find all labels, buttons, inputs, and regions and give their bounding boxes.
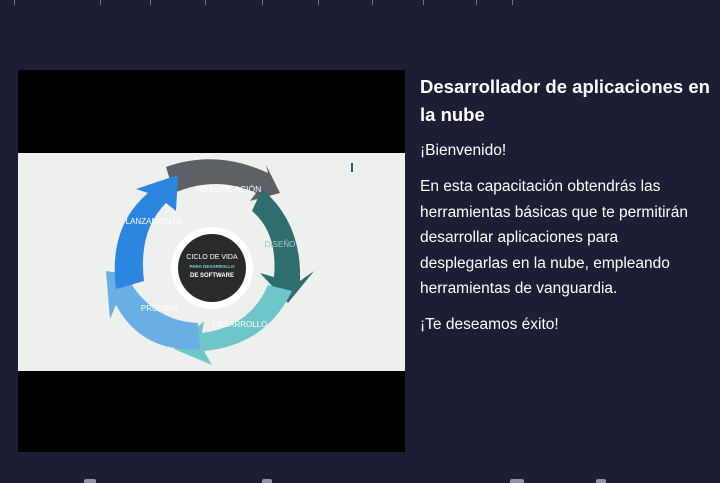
video-frame-slide: INVESTIGACIÓN DISEÑO DESARROLLO PRUEBAS … <box>18 153 405 371</box>
stage-label-diseno: DISEÑO <box>265 240 296 249</box>
course-description-panel: Desarrollador de aplicaciones en la nube… <box>420 70 710 336</box>
top-navigation-strip <box>0 0 720 6</box>
brand-logo <box>351 163 389 172</box>
stage-label-pruebas: PRUEBAS <box>141 304 179 313</box>
course-title: Desarrollador de aplicaciones en la nube <box>420 76 710 125</box>
stage-label-lanzamiento: LANZAMIENTO <box>126 217 183 226</box>
center-label-line3: DE SOFTWARE <box>190 273 234 279</box>
stage-label-desarrollo: DESARROLLO <box>213 320 268 329</box>
bottom-content-strip <box>0 476 720 483</box>
closing-text: ¡Te deseamos éxito! <box>420 315 559 333</box>
course-video-player[interactable]: INVESTIGACIÓN DISEÑO DESARROLLO PRUEBAS … <box>18 70 405 452</box>
software-lifecycle-diagram: INVESTIGACIÓN DISEÑO DESARROLLO PRUEBAS … <box>106 159 314 365</box>
center-label-line2: PARA DESARROLLO <box>190 264 235 269</box>
course-description: En esta capacitación obtendrás las herra… <box>420 178 688 297</box>
stage-label-investigacion: INVESTIGACIÓN <box>195 184 262 194</box>
welcome-text: ¡Bienvenido! <box>420 142 507 159</box>
stage-lanzamiento-arrow <box>114 175 178 289</box>
center-label-line1: CICLO DE VIDA <box>186 254 238 261</box>
